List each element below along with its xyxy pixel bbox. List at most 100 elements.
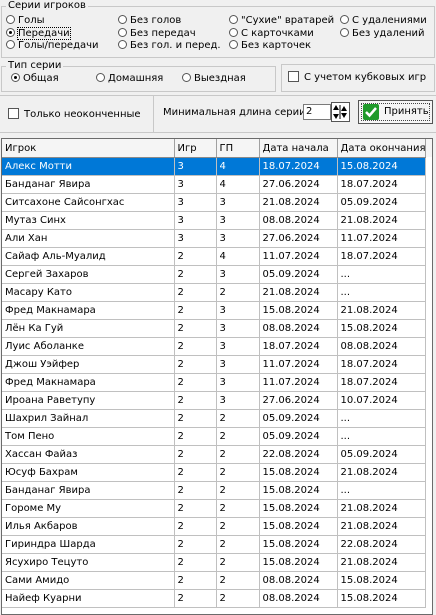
- table-row[interactable]: Ситсахоне Сайсонгхас 3 3 21.08.2024 05.09.20…: [2, 193, 427, 212]
- cell-games: 2: [174, 535, 217, 554]
- divider-top: [0, 95, 436, 96]
- radio-indicator[interactable]: [96, 73, 105, 82]
- cell-games: 2: [174, 481, 217, 500]
- table-row[interactable]: Джош Уэйфер 2 3 11.07.2024 18.07.2024: [2, 355, 427, 374]
- table-row[interactable]: Гириндра Шарда 2 2 15.08.2024 22.08.2024: [2, 535, 427, 554]
- apply-button[interactable]: Принять: [358, 100, 433, 124]
- cell-gp: 3: [216, 193, 260, 212]
- table-row[interactable]: Банданаг Явира 2 2 15.08.2024...: [2, 481, 427, 500]
- table-row[interactable]: Банданаг Явира 3 4 27.06.2024 18.07.2024: [2, 175, 427, 194]
- table-row[interactable]: Том Пено 2 2 05.09.2024...: [2, 427, 427, 446]
- cell-gp: 3: [216, 229, 260, 248]
- column-header-gp[interactable]: ГП: [216, 139, 260, 158]
- cell-player: Луис Аболанке: [2, 337, 175, 356]
- radio-clean-sheets[interactable]: "Сухие" вратарей: [229, 15, 334, 27]
- table-row[interactable]: Ясухиро Тецуто 2 2 15.08.2024 21.08.2024: [2, 553, 427, 572]
- table-row[interactable]: Илья Акбаров 2 2 15.08.2024 21.08.2024: [2, 517, 427, 536]
- table-row[interactable]: Сайаф Аль-Муалид 2 4 11.07.2024 18.07.2024: [2, 247, 427, 266]
- cell-gp: 3: [216, 373, 260, 392]
- cell-start-date: 15.08.2024: [259, 535, 338, 554]
- radio-indicator[interactable]: [118, 40, 127, 49]
- checkbox-box[interactable]: [8, 108, 19, 119]
- radio-indicator[interactable]: [6, 15, 15, 24]
- radio-indicator[interactable]: [340, 28, 349, 37]
- table-row[interactable]: Ироана Раветупу 2 3 27.06.2024 10.07.2024: [2, 391, 427, 410]
- cell-player: Алекс Мотти: [2, 157, 175, 176]
- cell-games: 2: [174, 373, 217, 392]
- radio-indicator[interactable]: [118, 28, 127, 37]
- radio-indicator[interactable]: [6, 40, 15, 49]
- table-row[interactable]: Луис Аболанке 2 3 18.07.2024 08.08.2024: [2, 337, 427, 356]
- series-table[interactable]: Игрок Игр ГП Дата начала Дата окончания …: [1, 138, 433, 615]
- column-header-games[interactable]: Игр: [174, 139, 217, 158]
- cell-start-date: 08.08.2024: [259, 211, 338, 230]
- radio-no-cards[interactable]: Без карточек: [229, 40, 311, 52]
- table-row[interactable]: Алекс Мотти 3 4 18.07.2024 15.08.2024: [2, 157, 427, 176]
- unfinished-only-checkbox[interactable]: Только неоконченные: [8, 108, 141, 120]
- checkbox-box[interactable]: [288, 71, 299, 82]
- cell-player: Сайаф Аль-Муалид: [2, 247, 175, 266]
- radio-type-overall[interactable]: Общая: [11, 73, 59, 85]
- cell-start-date: 15.08.2024: [259, 463, 338, 482]
- radio-indicator[interactable]: [229, 15, 238, 24]
- cell-gp: 3: [216, 337, 260, 356]
- radio-indicator[interactable]: [229, 28, 238, 37]
- column-header-end-date[interactable]: Дата окончания: [337, 139, 427, 158]
- cell-games: 2: [174, 553, 217, 572]
- radio-indicator[interactable]: [229, 40, 238, 49]
- cell-end-date: 18.07.2024: [337, 373, 427, 392]
- table-row[interactable]: Лён Ка Гуй 2 3 08.08.2024 15.08.2024: [2, 319, 427, 338]
- radio-goals-assists[interactable]: Голы/передачи: [6, 40, 99, 52]
- min-length-spinner[interactable]: [331, 102, 350, 122]
- cup-games-checkbox[interactable]: С учетом кубковых игр: [288, 71, 426, 83]
- table-row[interactable]: Хассан Файаз 2 2 22.08.2024 05.09.2024: [2, 445, 427, 464]
- cell-end-date: 18.07.2024: [337, 247, 427, 266]
- cell-games: 2: [174, 409, 217, 428]
- cell-games: 3: [174, 157, 217, 176]
- radio-indicator[interactable]: [6, 28, 15, 37]
- radio-indicator[interactable]: [11, 73, 20, 82]
- table-row[interactable]: Фред Макнамара 2 3 11.07.2024 18.07.2024: [2, 373, 427, 392]
- radio-with-sendoffs[interactable]: С удалениями: [340, 15, 427, 27]
- radio-indicator[interactable]: [340, 15, 349, 24]
- table-row[interactable]: Сами Амидо 2 2 08.08.2024 15.08.2024: [2, 571, 427, 590]
- series-group-legend: Серии игроков: [6, 0, 88, 12]
- table-row[interactable]: Масару Като 2 2 21.08.2024...: [2, 283, 427, 302]
- radio-type-home[interactable]: Домашняя: [96, 73, 163, 85]
- radio-no-goals-no-assists[interactable]: Без гол. и перед.: [118, 40, 221, 52]
- radio-no-assists[interactable]: Без передач: [118, 28, 196, 40]
- table-row[interactable]: Гороме Му 2 2 15.08.2024 21.08.2024: [2, 499, 427, 518]
- cell-end-date: 21.08.2024: [337, 553, 427, 572]
- column-header-start-date[interactable]: Дата начала: [259, 139, 338, 158]
- radio-indicator[interactable]: [118, 15, 127, 24]
- radio-no-sendoffs[interactable]: Без удалений: [340, 28, 425, 40]
- column-header-player[interactable]: Игрок: [2, 139, 175, 158]
- table-row[interactable]: Шахрил Зайнал 2 2 05.09.2024...: [2, 409, 427, 428]
- cell-player: Шахрил Зайнал: [2, 409, 175, 428]
- radio-with-cards[interactable]: С карточками: [229, 28, 314, 40]
- cell-player: Илья Акбаров: [2, 517, 175, 536]
- table-row[interactable]: Сергей Захаров 2 3 05.09.2024...: [2, 265, 427, 284]
- table-row[interactable]: Фред Макнамара 2 3 15.08.2024 21.08.2024: [2, 301, 427, 320]
- cell-games: 2: [174, 589, 217, 608]
- cell-end-date: 18.07.2024: [337, 175, 427, 194]
- scrollbar-stub[interactable]: [425, 139, 432, 157]
- cell-start-date: 27.06.2024: [259, 229, 338, 248]
- table-row[interactable]: Мутаз Синх 3 3 08.08.2024 21.08.2024: [2, 211, 427, 230]
- table-row[interactable]: Найеф Куарни 2 2 08.08.2024 15.08.2024: [2, 589, 427, 608]
- cell-end-date: 21.08.2024: [337, 517, 427, 536]
- table-row[interactable]: Юсуф Бахрам 2 2 15.08.2024 21.08.2024: [2, 463, 427, 482]
- radio-indicator[interactable]: [182, 73, 191, 82]
- radio-no-goals[interactable]: Без голов: [118, 15, 181, 27]
- cell-start-date: 11.07.2024: [259, 247, 338, 266]
- cell-end-date: 11.07.2024: [337, 229, 427, 248]
- cell-games: 3: [174, 211, 217, 230]
- cell-gp: 3: [216, 355, 260, 374]
- cell-start-date: 11.07.2024: [259, 373, 338, 392]
- radio-assists[interactable]: Передачи: [6, 27, 71, 40]
- table-row[interactable]: Али Хан 3 3 27.06.2024 11.07.2024: [2, 229, 427, 248]
- radio-type-away[interactable]: Выездная: [182, 73, 246, 85]
- radio-goals[interactable]: Голы: [6, 15, 45, 27]
- min-length-input[interactable]: 2: [303, 104, 331, 120]
- divider-bottom: [0, 132, 436, 133]
